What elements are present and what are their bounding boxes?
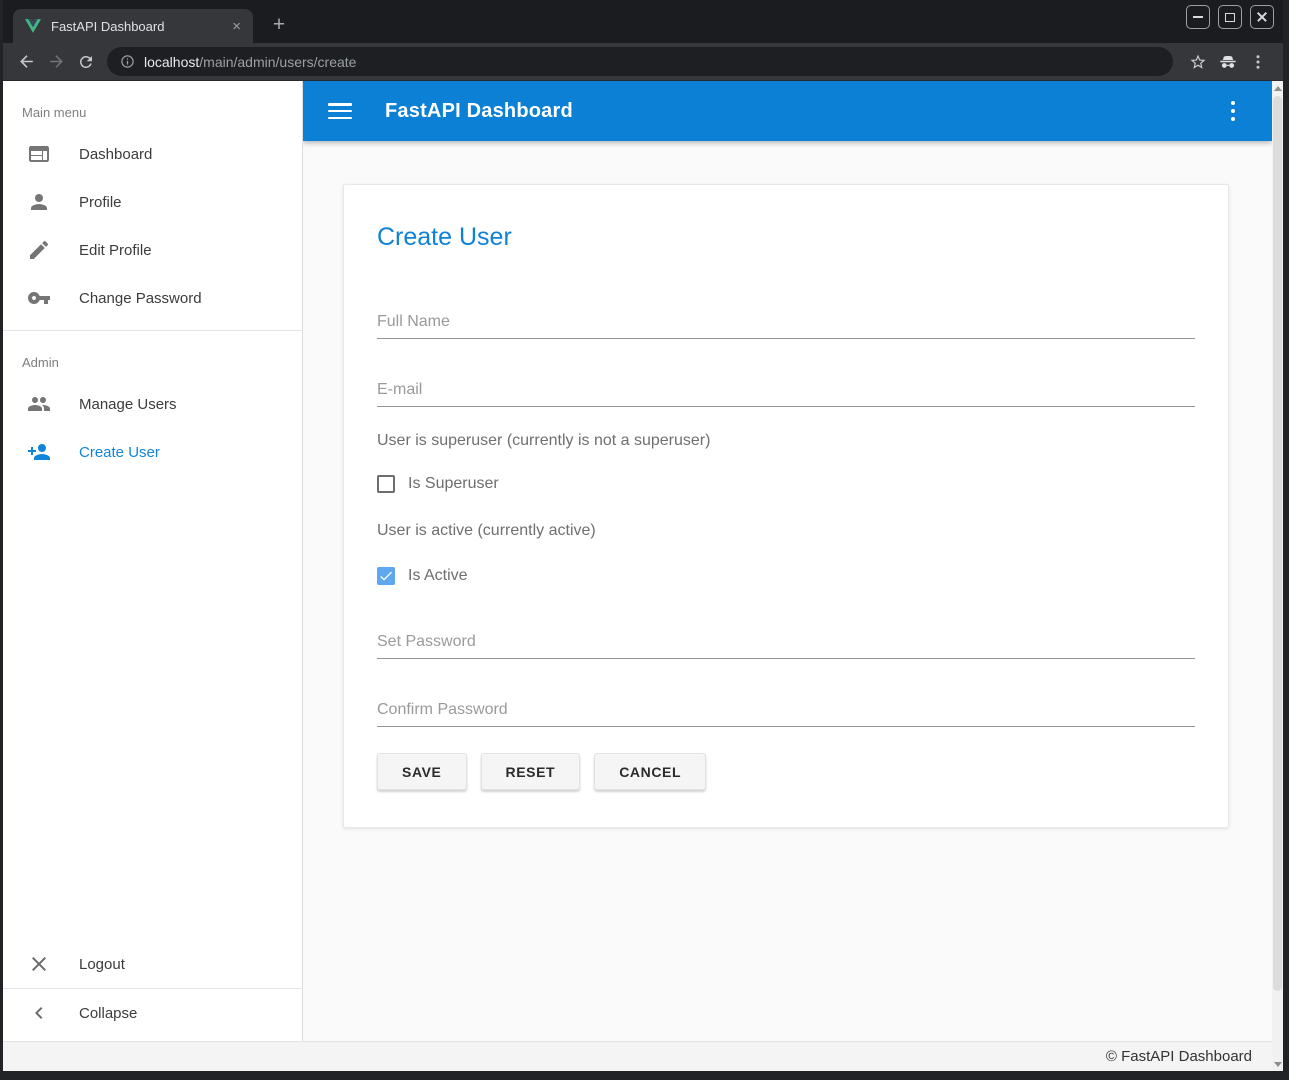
browser-tab[interactable]: FastAPI Dashboard × <box>13 9 253 43</box>
page-viewport: Main menu Dashboard Profile Edit Profile <box>3 81 1283 1071</box>
sidebar-item-change-password[interactable]: Change Password <box>3 274 302 322</box>
browser-menu-button[interactable] <box>1243 47 1273 77</box>
tab-title: FastAPI Dashboard <box>51 19 230 34</box>
form-title: Create User <box>377 221 1195 253</box>
close-x-icon <box>27 952 51 976</box>
is-superuser-label: Is Superuser <box>408 475 499 493</box>
reload-icon <box>77 53 95 71</box>
scrollbar-thumb[interactable] <box>1273 96 1282 991</box>
sidebar-item-create-user[interactable]: Create User <box>3 428 302 476</box>
set-password-input[interactable] <box>377 625 1195 659</box>
sidebar-item-label: Manage Users <box>79 396 177 413</box>
sidebar-item-logout[interactable]: Logout <box>3 940 302 988</box>
confirm-password-input[interactable] <box>377 693 1195 727</box>
url-path: /main/admin/users/create <box>199 54 356 70</box>
save-button[interactable]: SAVE <box>377 753 467 790</box>
tab-close-icon[interactable]: × <box>230 19 243 34</box>
page-footer: © FastAPI Dashboard <box>3 1041 1272 1071</box>
email-input[interactable] <box>377 373 1195 407</box>
sidebar-item-label: Logout <box>79 956 125 973</box>
window-maximize-button[interactable] <box>1218 5 1242 29</box>
incognito-icon <box>1217 51 1239 73</box>
kebab-menu-icon <box>1249 53 1267 71</box>
full-name-input[interactable] <box>377 305 1195 339</box>
browser-tab-strip: FastAPI Dashboard × + <box>3 0 1283 43</box>
hamburger-menu-button[interactable] <box>328 103 352 119</box>
forward-arrow-icon <box>47 52 66 71</box>
sidebar-item-label: Create User <box>79 444 160 461</box>
person-add-icon <box>27 440 51 464</box>
pencil-icon <box>27 238 51 262</box>
maximize-icon <box>1225 13 1235 22</box>
sidebar-item-edit-profile[interactable]: Edit Profile <box>3 226 302 274</box>
scrollbar-up-arrow[interactable] <box>1272 81 1283 95</box>
sidebar-item-label: Dashboard <box>79 146 152 163</box>
page-scrollbar[interactable] <box>1272 81 1283 1071</box>
is-active-checkbox-row[interactable]: Is Active <box>377 565 1195 587</box>
forward-button[interactable] <box>41 47 71 77</box>
sidebar-item-collapse[interactable]: Collapse <box>3 989 302 1037</box>
incognito-indicator <box>1213 47 1243 77</box>
superuser-hint: User is superuser (currently is not a su… <box>377 431 1195 451</box>
form-buttons: SAVE RESET CANCEL <box>377 753 1195 790</box>
browser-window: FastAPI Dashboard × + localhost/main/adm… <box>3 0 1283 1071</box>
reload-button[interactable] <box>71 47 101 77</box>
people-icon <box>27 392 51 416</box>
vue-logo-favicon-icon <box>25 19 41 33</box>
url-host: localhost <box>144 54 199 70</box>
header-overflow-menu-button[interactable] <box>1227 97 1240 126</box>
sidebar-item-label: Edit Profile <box>79 242 152 259</box>
window-controls <box>1186 5 1274 29</box>
is-superuser-checkbox[interactable] <box>377 475 395 493</box>
app-title: FastAPI Dashboard <box>385 100 1227 123</box>
scrollbar-down-arrow[interactable] <box>1272 1057 1283 1071</box>
checkmark-icon <box>378 568 394 584</box>
page-info-icon[interactable] <box>120 54 135 69</box>
active-hint: User is active (currently active) <box>377 521 1195 541</box>
cancel-button[interactable]: CANCEL <box>594 753 706 790</box>
sidebar-item-manage-users[interactable]: Manage Users <box>3 380 302 428</box>
sidebar-item-dashboard[interactable]: Dashboard <box>3 130 302 178</box>
window-minimize-button[interactable] <box>1186 5 1210 29</box>
is-active-label: Is Active <box>408 567 468 585</box>
address-bar[interactable]: localhost/main/admin/users/create <box>107 47 1173 76</box>
new-tab-button[interactable]: + <box>265 11 293 39</box>
sidebar-item-label: Change Password <box>79 290 202 307</box>
bookmark-button[interactable] <box>1183 47 1213 77</box>
create-user-card: Create User User is superuser (currently… <box>343 184 1229 828</box>
content-area: Create User User is superuser (currently… <box>303 141 1272 1041</box>
reset-button[interactable]: RESET <box>481 753 581 790</box>
sidebar-item-label: Collapse <box>79 1005 137 1022</box>
dashboard-web-icon <box>27 142 51 166</box>
minimize-icon <box>1193 16 1203 18</box>
copyright-text: © FastAPI Dashboard <box>1106 1048 1252 1065</box>
sidebar-item-profile[interactable]: Profile <box>3 178 302 226</box>
back-button[interactable] <box>11 47 41 77</box>
app-header: FastAPI Dashboard <box>303 81 1272 141</box>
sidebar-section-admin: Admin <box>3 331 302 380</box>
main-area: FastAPI Dashboard Create User User is su… <box>303 81 1272 1041</box>
sidebar: Main menu Dashboard Profile Edit Profile <box>3 81 303 1041</box>
key-icon <box>27 286 51 310</box>
chevron-left-icon <box>27 1001 51 1025</box>
window-close-button[interactable] <box>1250 5 1274 29</box>
page: Main menu Dashboard Profile Edit Profile <box>3 81 1272 1071</box>
is-superuser-checkbox-row[interactable]: Is Superuser <box>377 473 1195 495</box>
sidebar-section-main-menu: Main menu <box>3 81 302 130</box>
person-icon <box>27 190 51 214</box>
url-text: localhost/main/admin/users/create <box>144 54 356 70</box>
is-active-checkbox[interactable] <box>377 567 395 585</box>
close-icon <box>1256 11 1268 23</box>
back-arrow-icon <box>17 52 36 71</box>
bookmark-star-icon <box>1189 53 1207 71</box>
sidebar-bottom: Logout Collapse <box>3 940 302 1041</box>
browser-toolbar: localhost/main/admin/users/create <box>3 43 1283 81</box>
sidebar-item-label: Profile <box>79 194 122 211</box>
